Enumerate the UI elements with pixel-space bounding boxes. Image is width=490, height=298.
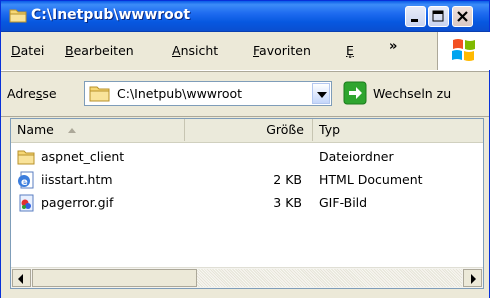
scroll-right-button[interactable] [463,269,482,287]
menu-bearbeiten-mnemonic: B [65,43,74,58]
svg-text:e: e [21,177,28,188]
scrollbar-thumb[interactable] [32,269,197,287]
menu-bar: Datei Bearbeiten Ansicht Favoriten E̥ » [1,32,489,71]
sort-ascending-icon [67,128,76,133]
file-name: aspnet_client [41,149,125,164]
windows-flag-icon [452,39,475,61]
column-type-label: Typ [319,122,341,137]
maximize-icon [432,10,444,22]
column-size-label: Größe [266,122,304,137]
file-row-iisstart[interactable]: e iisstart.htm 2 KB HTML Document [11,169,483,191]
title-bar[interactable]: C:\Inetpub\wwwroot [1,1,489,32]
menu-bearbeiten-label: earbeiten [73,43,134,58]
file-row-pagerror[interactable]: pagerror.gif 3 KB GIF-Bild [11,192,483,214]
file-list: Name Größe Typ aspnet_client Dateiordner… [10,118,484,289]
gif-image-icon [19,194,34,212]
menu-favoriten[interactable]: Favoriten [253,43,311,58]
file-type: Dateiordner [319,149,394,164]
folder-icon [89,86,110,102]
column-header: Name Größe Typ [11,119,483,143]
file-size: 2 KB [273,172,302,187]
menu-overflow-chevron[interactable]: » [389,39,397,54]
go-arrow-icon[interactable] [343,81,367,105]
window-title: C:\Inetpub\wwwroot [31,7,191,23]
column-size[interactable]: Größe [185,119,313,141]
chevron-down-icon [317,92,327,98]
address-bar: Adresse C:\Inetpub\wwwroot Wechseln zu [1,72,489,117]
column-type[interactable]: Typ [313,119,483,141]
arrow-right-icon [471,274,476,284]
address-dropdown-button[interactable] [312,83,330,104]
menu-ansicht-label: nsicht [180,43,219,58]
menu-datei[interactable]: Datei [11,43,44,58]
minimize-button[interactable] [405,6,426,27]
column-name[interactable]: Name [11,119,185,141]
file-row-aspnet-client[interactable]: aspnet_client Dateiordner [11,146,483,168]
menu-favoriten-label: avoriten [259,43,311,58]
file-name: iisstart.htm [41,172,113,187]
menu-extras-mnemonic: E [346,43,354,58]
menu-datei-mnemonic: D [11,43,21,58]
column-name-label: Name [17,122,54,137]
address-label-pre: Adre [7,86,36,101]
window-bottom-edge [1,289,489,298]
menu-bearbeiten[interactable]: Bearbeiten [65,43,134,58]
address-label: Adresse [7,86,57,101]
close-icon [457,11,468,22]
file-name: pagerror.gif [41,195,114,210]
folder-icon [9,9,27,23]
horizontal-scrollbar[interactable] [11,267,483,288]
menu-ansicht-mnemonic: A [172,43,181,58]
maximize-button[interactable] [428,6,449,27]
minimize-icon [411,19,418,22]
file-type: HTML Document [319,172,423,187]
file-type: GIF-Bild [319,195,368,210]
folder-icon [17,150,35,165]
file-size: 3 KB [273,195,302,210]
go-button-label[interactable]: Wechseln zu [373,86,451,101]
menu-extras-truncated[interactable]: E̥ [346,43,354,58]
close-button[interactable] [452,6,473,27]
menu-ansicht[interactable]: Ansicht [172,43,218,58]
address-label-post: se [42,86,57,101]
menu-datei-label: atei [20,43,45,58]
scroll-left-button[interactable] [12,269,31,287]
address-input[interactable]: C:\Inetpub\wwwroot [84,81,332,106]
address-value: C:\Inetpub\wwwroot [117,86,243,101]
windows-logo [437,32,490,70]
explorer-window: C:\Inetpub\wwwroot Datei Bearbeiten Ansi… [0,0,490,298]
html-document-icon: e [18,171,34,189]
arrow-left-icon [18,274,23,284]
